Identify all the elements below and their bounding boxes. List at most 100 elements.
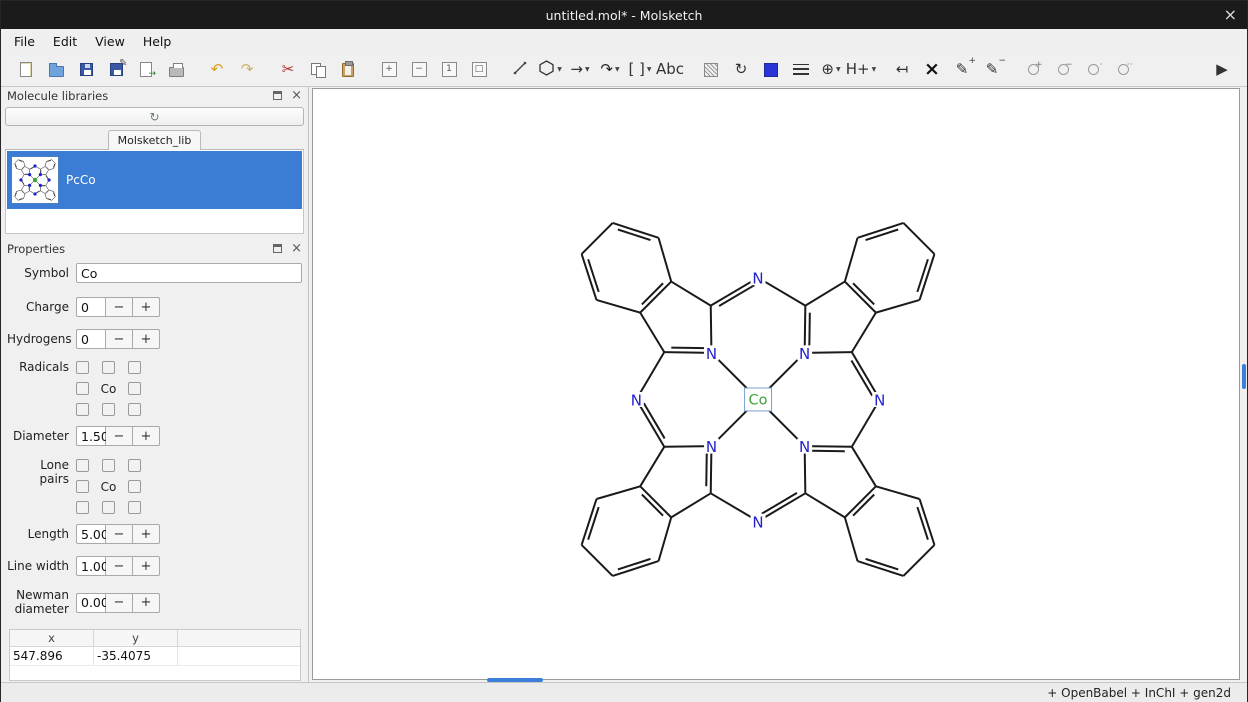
bond-line-double[interactable] xyxy=(588,507,599,540)
align-tool-tool[interactable]: ↤ xyxy=(889,57,915,83)
redo-tool[interactable]: ↷ xyxy=(234,57,260,83)
bond-line-double[interactable] xyxy=(762,493,797,514)
length-value[interactable]: 5.00 xyxy=(76,524,106,544)
bond-line[interactable] xyxy=(845,486,876,517)
line-width-value[interactable]: 1.00 xyxy=(76,556,106,576)
bond-line[interactable] xyxy=(15,197,19,201)
charge-tool-dropdown-arrow[interactable]: ▼ xyxy=(836,66,841,73)
copy-tool[interactable] xyxy=(305,57,331,83)
reaction-arrow-dropdown-arrow[interactable]: ▼ xyxy=(585,66,590,73)
bond-line[interactable] xyxy=(852,313,876,353)
bond-line[interactable] xyxy=(52,197,56,201)
tab-molsketch-lib[interactable]: Molsketch_lib xyxy=(108,130,202,150)
zoom-in-tool[interactable]: + xyxy=(376,57,402,83)
bond-line[interactable] xyxy=(49,169,54,170)
bond-line[interactable] xyxy=(903,545,934,576)
hydrogens-decrement-button[interactable]: − xyxy=(106,329,133,349)
bond-line[interactable] xyxy=(52,160,56,164)
radical-checkbox[interactable] xyxy=(128,403,141,416)
atom-label[interactable]: N xyxy=(706,345,717,363)
bond-line-double[interactable] xyxy=(866,229,899,240)
radical-checkbox[interactable] xyxy=(128,361,141,374)
bond-line-double[interactable] xyxy=(644,403,665,438)
lone-pair-remove-tool[interactable]: ·· xyxy=(1110,57,1136,83)
diameter-value[interactable]: 1.50 xyxy=(76,426,106,446)
fill-pattern-tool[interactable] xyxy=(698,57,724,83)
lone-pair-add-tool[interactable]: · xyxy=(1080,57,1106,83)
drawing-canvas[interactable]: CoNNNNNNNN xyxy=(312,88,1240,680)
line-width-picker-tool[interactable] xyxy=(788,57,814,83)
hydrogen-tool-tool[interactable]: H+▼ xyxy=(848,57,874,83)
bond-line-double[interactable] xyxy=(618,229,651,240)
bond-line[interactable] xyxy=(21,190,25,194)
bond-line-double[interactable] xyxy=(618,559,651,570)
coordinate-x-cell[interactable]: 547.896 xyxy=(10,647,94,665)
bond-line[interactable] xyxy=(845,282,876,313)
hydrogen-tool-dropdown-arrow[interactable]: ▼ xyxy=(872,66,877,73)
brackets-tool[interactable]: [ ]▼ xyxy=(627,57,653,83)
bond-line[interactable] xyxy=(45,194,46,199)
bond-line[interactable] xyxy=(40,166,45,169)
lone-pair-checkbox[interactable] xyxy=(128,501,141,514)
line-width-decrement-button[interactable]: − xyxy=(106,556,133,576)
radical-checkbox[interactable] xyxy=(102,403,115,416)
mechanism-arrow-tool[interactable]: ↷▼ xyxy=(597,57,623,83)
radical-checkbox[interactable] xyxy=(76,403,89,416)
new-file-tool[interactable] xyxy=(13,57,39,83)
cut-tool[interactable]: ✂ xyxy=(275,57,301,83)
rotate-tool[interactable]: ↻ xyxy=(728,57,754,83)
draw-bond-tool[interactable] xyxy=(507,57,533,83)
bond-line[interactable] xyxy=(45,190,49,194)
reaction-arrow-tool[interactable]: →▼ xyxy=(567,57,593,83)
bond-line[interactable] xyxy=(640,313,664,353)
mechanism-arrow-dropdown-arrow[interactable]: ▼ xyxy=(615,66,620,73)
bond-line-double[interactable] xyxy=(866,559,899,570)
radical-remove-tool[interactable]: − xyxy=(1050,57,1076,83)
symbol-input[interactable] xyxy=(76,263,302,283)
bond-line-double[interactable] xyxy=(719,285,754,306)
bond-line[interactable] xyxy=(805,493,845,517)
library-float-icon[interactable] xyxy=(273,91,282,100)
atom-label[interactable]: N xyxy=(631,391,642,409)
charge-tool-tool[interactable]: ⊕▼ xyxy=(818,57,844,83)
length-increment-button[interactable]: + xyxy=(133,524,160,544)
bond-line[interactable] xyxy=(640,486,671,517)
draw-remove-tool[interactable]: ✎− xyxy=(979,57,1005,83)
bond-line[interactable] xyxy=(640,447,664,487)
library-item-pcco[interactable]: PcCo xyxy=(7,151,302,209)
radical-add-tool[interactable]: + xyxy=(1020,57,1046,83)
lone-pair-checkbox[interactable] xyxy=(76,459,89,472)
bond-line[interactable] xyxy=(640,282,671,313)
molecule-drawing[interactable]: CoNNNNNNNN xyxy=(313,89,1239,679)
save-file-tool[interactable] xyxy=(73,57,99,83)
open-file-tool[interactable] xyxy=(43,57,69,83)
newman-diameter-value[interactable]: 0.00 xyxy=(76,593,106,613)
text-tool-tool[interactable]: Abc xyxy=(657,57,683,83)
bond-line[interactable] xyxy=(582,545,613,576)
charge-decrement-button[interactable]: − xyxy=(106,297,133,317)
draw-add-tool[interactable]: ✎+ xyxy=(949,57,975,83)
bond-line[interactable] xyxy=(903,223,934,254)
menu-file[interactable]: File xyxy=(5,31,44,52)
print-tool[interactable] xyxy=(163,57,189,83)
insert-ring-dropdown-arrow[interactable]: ▼ xyxy=(557,66,562,73)
hydrogens-increment-button[interactable]: + xyxy=(133,329,160,349)
diameter-decrement-button[interactable]: − xyxy=(106,426,133,446)
bond-line[interactable] xyxy=(21,166,25,170)
bond-line[interactable] xyxy=(582,223,613,254)
bond-line[interactable] xyxy=(659,517,672,561)
properties-close-icon[interactable]: × xyxy=(291,242,302,255)
bond-line[interactable] xyxy=(25,166,30,169)
coordinates-row[interactable]: 547.896 -35.4075 xyxy=(10,647,300,666)
radical-checkbox[interactable] xyxy=(76,382,89,395)
bond-line[interactable] xyxy=(805,282,845,306)
lone-pair-checkbox[interactable] xyxy=(102,459,115,472)
bond-line[interactable] xyxy=(845,238,858,282)
bond-line-double[interactable] xyxy=(917,259,928,292)
bond-line[interactable] xyxy=(16,169,21,170)
bond-line[interactable] xyxy=(845,517,858,561)
bond-line[interactable] xyxy=(25,191,30,194)
bond-line[interactable] xyxy=(876,486,920,499)
brackets-dropdown-arrow[interactable]: ▼ xyxy=(647,66,652,73)
bond-line[interactable] xyxy=(15,160,19,164)
